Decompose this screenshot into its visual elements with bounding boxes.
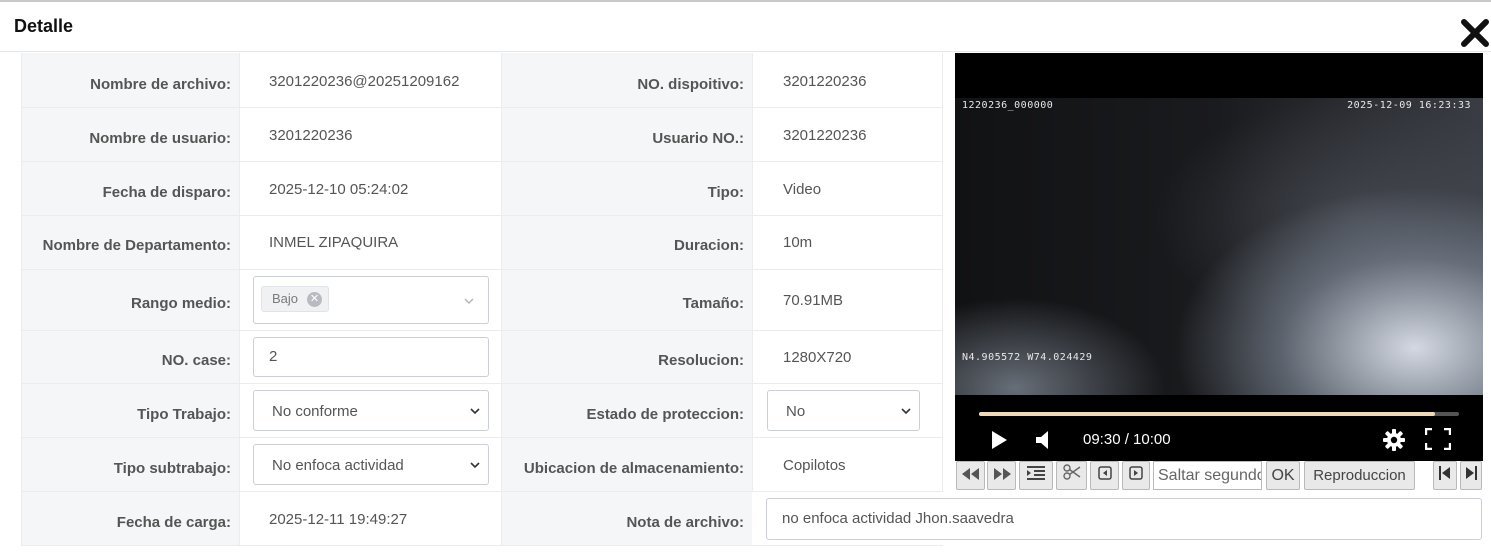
row-case-no: NO. case: 2 Resolucion: 1280X720 — [21, 331, 943, 384]
user-no-value: 3201220236 — [783, 127, 867, 144]
type-label: Tipo: — [707, 184, 744, 201]
user-no-label: Usuario NO.: — [652, 130, 744, 147]
volume-icon[interactable] — [1035, 430, 1053, 455]
file-note-value: no enfoca actividad Jhon.saavedra — [782, 510, 1014, 527]
upload-date-value: 2025-12-11 19:49:27 — [269, 511, 408, 528]
osd-gps: N4.905572 W74.024429 — [962, 352, 1093, 363]
ok-button[interactable]: OK — [1266, 461, 1300, 490]
subwork-type-value: No enfoca actividad — [272, 457, 404, 474]
range-label: Rango medio: — [131, 295, 231, 312]
duration-label: Duracion: — [673, 237, 744, 254]
list-indent-icon[interactable] — [1019, 461, 1053, 490]
video-frame[interactable]: 1220236_000000 2025-12-09 16:23:33 N4.90… — [955, 98, 1483, 395]
fullscreen-icon[interactable] — [1424, 427, 1452, 455]
skip-start-icon[interactable] — [1433, 461, 1457, 490]
osd-device-id: 1220236_000000 — [962, 100, 1054, 111]
chevron-down-icon — [470, 462, 480, 469]
row-subwork-type: Tipo subtrabajo: No enfoca actividad Ubi… — [21, 438, 943, 492]
device-no-label: NO. dispoitivo: — [637, 76, 744, 93]
device-no-value: 3201220236 — [783, 73, 867, 90]
settings-gear-icon[interactable] — [1382, 428, 1406, 457]
protection-value: No — [786, 403, 806, 420]
playback-button[interactable]: Reproduccion — [1304, 461, 1415, 490]
subwork-type-select[interactable]: No enfoca actividad — [253, 444, 489, 485]
video-player[interactable]: 1220236_000000 2025-12-09 16:23:33 N4.90… — [955, 53, 1483, 461]
osd-timestamp: 2025-12-09 16:23:33 — [1347, 100, 1471, 111]
range-tag-label: Bajo — [272, 291, 299, 306]
type-value: Video — [783, 181, 822, 198]
work-type-value: No conforme — [272, 403, 358, 420]
protection-select[interactable]: No — [767, 390, 920, 431]
work-type-select[interactable]: No conforme — [253, 390, 489, 431]
file-name-label: Nombre de archivo: — [90, 76, 231, 93]
progress-bar[interactable] — [979, 412, 1459, 416]
case-no-input[interactable]: 2 — [253, 337, 489, 377]
range-select[interactable]: Bajo ✕ — [253, 276, 489, 324]
tag-remove-icon[interactable]: ✕ — [307, 292, 323, 307]
rewind-icon[interactable] — [956, 461, 985, 490]
chevron-down-icon — [470, 408, 480, 415]
resolution-label: Resolucion: — [658, 352, 744, 369]
chevron-down-icon — [901, 408, 911, 415]
chevron-down-icon — [464, 298, 474, 304]
user-name-label: Nombre de usuario: — [89, 130, 231, 147]
file-name-value: 3201220236@20251209162 — [269, 73, 460, 90]
row-trigger-date: Fecha de disparo: 2025-12-10 05:24:02 Ti… — [21, 162, 943, 216]
time-display: 09:30 / 10:00 — [1083, 431, 1171, 448]
trigger-date-value: 2025-12-10 05:24:02 — [269, 181, 409, 198]
row-work-type: Tipo Trabajo: No conforme Estado de prot… — [21, 384, 943, 438]
playback-toolbar: Saltar segundo OK Reproduccion — [955, 461, 1483, 491]
progress-fill — [979, 412, 1435, 416]
department-label: Nombre de Departamento: — [42, 237, 231, 254]
range-tag: Bajo ✕ — [261, 286, 330, 312]
fast-forward-icon[interactable] — [987, 461, 1016, 490]
department-value: INMEL ZIPAQUIRA — [269, 234, 399, 251]
file-note-input[interactable]: no enfoca actividad Jhon.saavedra — [766, 498, 1482, 540]
protection-label: Estado de proteccion: — [586, 406, 744, 423]
seek-seconds-input[interactable]: Saltar segundo — [1153, 461, 1262, 490]
row-file-name: Nombre de archivo: 3201220236@2025120916… — [21, 53, 943, 108]
scissors-icon[interactable] — [1056, 461, 1087, 490]
trigger-date-label: Fecha de disparo: — [102, 184, 231, 201]
duration-value: 10m — [783, 234, 813, 251]
size-label: Tamaño: — [682, 295, 744, 312]
storage-value: Copilotos — [783, 457, 846, 474]
case-no-value: 2 — [269, 348, 278, 365]
close-icon[interactable] — [1459, 14, 1491, 50]
prev-frame-icon[interactable] — [1090, 461, 1119, 490]
subwork-type-label: Tipo subtrabajo: — [113, 460, 231, 477]
next-frame-icon[interactable] — [1122, 461, 1150, 490]
play-icon[interactable] — [990, 430, 1008, 455]
row-user-name: Nombre de usuario: 3201220236 Usuario NO… — [21, 108, 943, 162]
dialog-header: Detalle — [0, 2, 1491, 52]
upload-date-label: Fecha de carga: — [116, 514, 231, 531]
file-note-label: Nota de archivo: — [626, 514, 744, 531]
row-department: Nombre de Departamento: INMEL ZIPAQUIRA … — [21, 216, 943, 270]
skip-end-icon[interactable] — [1460, 461, 1482, 490]
resolution-value: 1280X720 — [783, 349, 852, 366]
dialog-title: Detalle — [14, 16, 74, 36]
size-value: 70.91MB — [783, 292, 844, 309]
work-type-label: Tipo Trabajo: — [137, 406, 231, 423]
detail-form: Nombre de archivo: 3201220236@2025120916… — [21, 53, 943, 546]
storage-label: Ubicacion de almacenamiento: — [523, 460, 744, 477]
user-name-value: 3201220236 — [269, 127, 353, 144]
case-no-label: NO. case: — [161, 352, 231, 369]
row-range: Rango medio: Bajo ✕ Tamaño: 70.91MB — [21, 270, 943, 331]
